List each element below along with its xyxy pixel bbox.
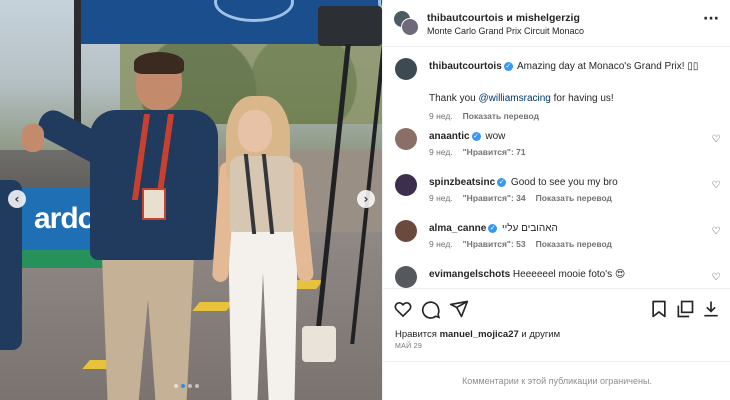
comment-meta: 9 нед. "Нравится": 71 [429,147,536,157]
next-photo-button[interactable]: › [357,190,375,208]
comment-time[interactable]: 9 нед. [429,239,453,249]
verified-icon: ✓ [488,224,498,233]
likes-suffix[interactable]: и другим [519,329,560,340]
post-location[interactable]: Monte Carlo Grand Prix Circuit Monaco [427,26,584,36]
caption-emoji: ▯▯ [687,61,699,72]
comments-limited-footer: Комментарии к этой публикации ограничены… [383,361,730,400]
post-date[interactable]: МАЙ 29 [395,343,422,350]
comment-avatar[interactable] [395,220,417,242]
caption-text: Amazing day at Monaco's Grand Prix! [514,61,688,72]
photo-woman [211,96,336,400]
comment-time[interactable]: 9 нед. [429,147,453,157]
photo-camera-rig [318,6,382,46]
caption-translate-link[interactable]: Показать перевод [463,111,539,121]
caption-suffix: for having us! [550,93,614,104]
comments-limited-text: Комментарии к этой публикации ограничены… [462,376,652,386]
comment-text: spinzbeatsinc ✓ Good to see you my bro [429,176,701,189]
likes-summary: Нравится manuel_mojica27 и другим [395,329,560,340]
comment-likes[interactable]: "Нравится": 34 [463,193,526,203]
comment-meta: 9 нед. "Нравится": 34 Показать перевод [429,193,622,203]
more-options-icon[interactable]: ··· [701,12,721,30]
comment-avatar[interactable] [395,174,417,196]
comment-text: evimangelschots Heeeeeel mooie foto's 😍 [429,268,701,281]
caption-time[interactable]: 9 нед. [429,111,453,121]
comment-body: Good to see you my bro [508,177,618,188]
copy-icon[interactable] [675,299,695,319]
chevron-right-icon: › [363,192,369,206]
comment-translate-link[interactable]: Показать перевод [536,239,612,249]
carousel-dot [195,384,199,388]
comment-likes[interactable]: "Нравится": 71 [463,147,526,157]
carousel-dots [174,384,199,388]
post-actions: Нравится manuel_mojica27 и другим МАЙ 29 [383,288,730,360]
comment-username[interactable]: evimangelschots [429,269,510,280]
comment-username[interactable]: spinzbeatsinc [429,177,495,188]
likes-user[interactable]: manuel_mojica27 [440,329,519,340]
chevron-left-icon: ‹ [14,192,20,206]
download-icon[interactable] [701,299,721,319]
comment-translate-link[interactable]: Показать перевод [536,193,612,203]
prev-photo-button[interactable]: ‹ [8,190,26,208]
coauthor-avatar[interactable] [401,18,419,36]
verified-icon: ✓ [503,62,513,71]
like-heart-icon[interactable] [393,299,413,319]
caption: thibautcourtois ✓ Amazing day at Monaco's… [383,58,730,121]
comment-likes[interactable]: "Нравится": 53 [463,239,526,249]
caption-line-2: Thank you @williamsracing for having us! [429,92,701,105]
comment-row: evimangelschots Heeeeeel mooie foto's 😍 … [383,266,730,288]
comment-text: anaantic ✓ wow [429,130,701,143]
verified-icon: ✓ [497,178,507,187]
comment-avatar[interactable] [395,266,417,288]
caption-line-1: thibautcourtois ✓ Amazing day at Monaco's… [429,60,701,73]
comment-username[interactable]: anaantic [429,131,470,142]
caption-username[interactable]: thibautcourtois [429,61,502,72]
comment-body: wow [482,131,506,142]
caption-meta: 9 нед. Показать перевод [429,111,549,121]
caption-avatar[interactable] [395,58,417,80]
comment-body: Heeeeeel mooie foto's 😍 [510,269,626,280]
post-photo[interactable]: ardo ‹ › [0,0,382,400]
comment-body: האהובים עליי [499,223,558,234]
comment-row: alma_canne ✓ האהובים עליי 9 нед. "Нравится… [383,220,730,260]
comment-meta: 9 нед. "Нравится": 53 Показать перевод [429,239,622,249]
comment-row: anaantic ✓ wow 9 нед. "Нравится": 71 ♡ [383,128,730,168]
comment-text: alma_canne ✓ האהובים עליי [429,222,701,235]
share-icon[interactable] [449,299,469,319]
comment-time[interactable]: 9 нед. [429,193,453,203]
comments-list[interactable]: thibautcourtois ✓ Amazing day at Monaco's… [383,48,730,288]
comment-avatar[interactable] [395,128,417,150]
heart-icon[interactable]: ♡ [710,134,722,146]
post-header: thibautcourtois и mishelgerzig Monte Car… [383,0,730,47]
heart-icon[interactable]: ♡ [710,226,722,238]
likes-prefix: Нравится [395,329,440,340]
carousel-dot [188,384,192,388]
post-authors[interactable]: thibautcourtois и mishelgerzig [427,12,580,24]
post-side-panel: thibautcourtois и mishelgerzig Monte Car… [382,0,730,400]
bookmark-icon[interactable] [649,299,669,319]
heart-icon[interactable]: ♡ [710,272,722,284]
comment-username[interactable]: alma_canne [429,223,486,234]
verified-icon: ✓ [471,132,481,141]
heart-icon[interactable]: ♡ [710,180,722,192]
caption-mention[interactable]: @williamsracing [478,93,550,104]
carousel-dot [174,384,178,388]
comment-row: spinzbeatsinc ✓ Good to see you my bro 9 … [383,174,730,214]
carousel-dot-active [181,384,185,388]
comment-icon[interactable] [421,299,441,319]
photo-man [22,52,236,400]
caption-thanks: Thank you [429,93,479,104]
banner-logo [214,0,294,22]
